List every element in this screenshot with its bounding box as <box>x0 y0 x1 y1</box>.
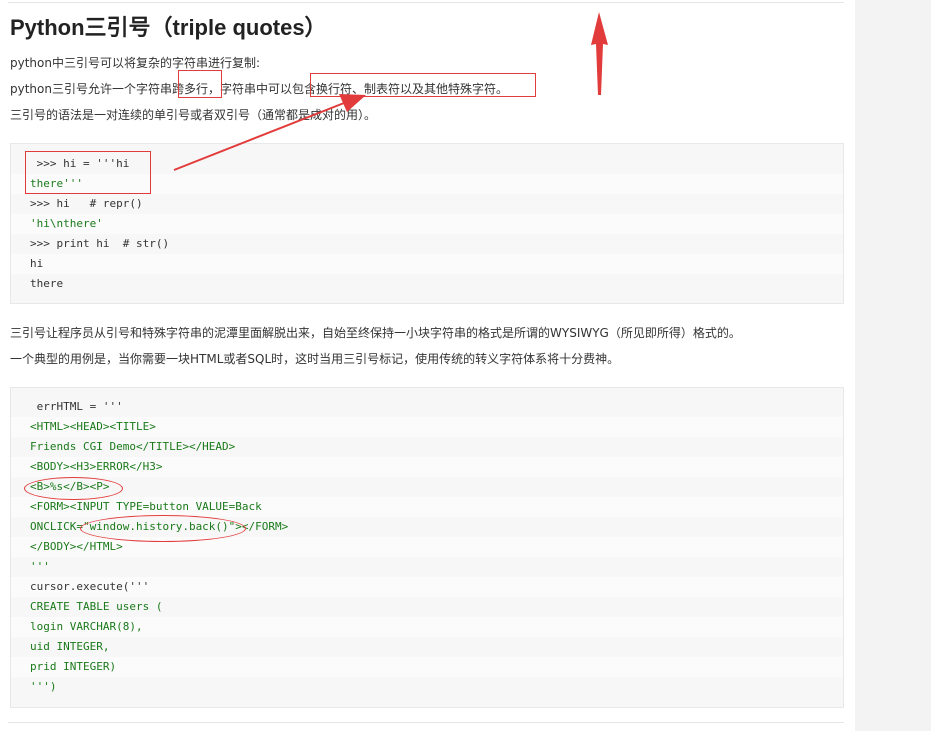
code-line: ''') <box>30 680 57 693</box>
code-line: >>> hi # repr() <box>30 197 143 210</box>
code-line: <B>%s</B><P> <box>30 480 110 493</box>
right-gutter <box>855 0 931 731</box>
highlight-box-code-example <box>25 151 151 194</box>
code-line: CREATE TABLE users ( <box>30 600 163 613</box>
code-line: Friends CGI Demo</TITLE></HEAD> <box>30 440 236 453</box>
code-line: login VARCHAR(8), <box>11 617 843 637</box>
code-line: <FORM><INPUT TYPE=button VALUE=Back <box>11 497 843 517</box>
code-line: uid INTEGER, <box>30 640 110 653</box>
code-line: <HTML><HEAD><TITLE> <box>11 417 843 437</box>
code-line: there <box>30 277 64 290</box>
paragraph-4: 三引号让程序员从引号和特殊字符串的泥潭里面解脱出来，自始至终保持一小块字符串的格… <box>10 326 741 340</box>
top-divider <box>8 2 844 3</box>
code-line: <BODY><H3>ERROR</H3> <box>11 457 843 477</box>
page-title: Python三引号（triple quotes） <box>10 15 327 40</box>
code-line: hi <box>11 254 843 274</box>
code-line: ''' <box>30 560 50 573</box>
paragraph-5: 一个典型的用例是，当你需要一块HTML或者SQL时，这时当用三引号标记，使用传统… <box>10 352 620 366</box>
paragraph-1: python中三引号可以将复杂的字符串进行复制: <box>10 56 261 70</box>
highlight-ellipse-onclick <box>80 515 246 542</box>
article-content: Python三引号（triple quotes） python中三引号可以将复杂… <box>0 0 855 731</box>
highlight-ellipse-bold-tag <box>24 477 123 500</box>
code-line: cursor.execute(''' <box>11 577 843 597</box>
code-line: >>> print hi # str() <box>30 237 170 250</box>
highlight-box-special-chars <box>310 73 536 97</box>
paragraph-3: 三引号的语法是一对连续的单引号或者双引号（通常都是成对的用）。 <box>10 108 377 122</box>
highlight-box-multiline <box>178 70 222 98</box>
code-line: errHTML = ''' <box>30 400 123 413</box>
code-block-2: errHTML = ''' <HTML><HEAD><TITLE> Friend… <box>10 387 844 708</box>
bottom-divider <box>8 722 844 723</box>
code-line: 'hi\nthere' <box>11 214 843 234</box>
code-line: prid INTEGER) <box>11 657 843 677</box>
